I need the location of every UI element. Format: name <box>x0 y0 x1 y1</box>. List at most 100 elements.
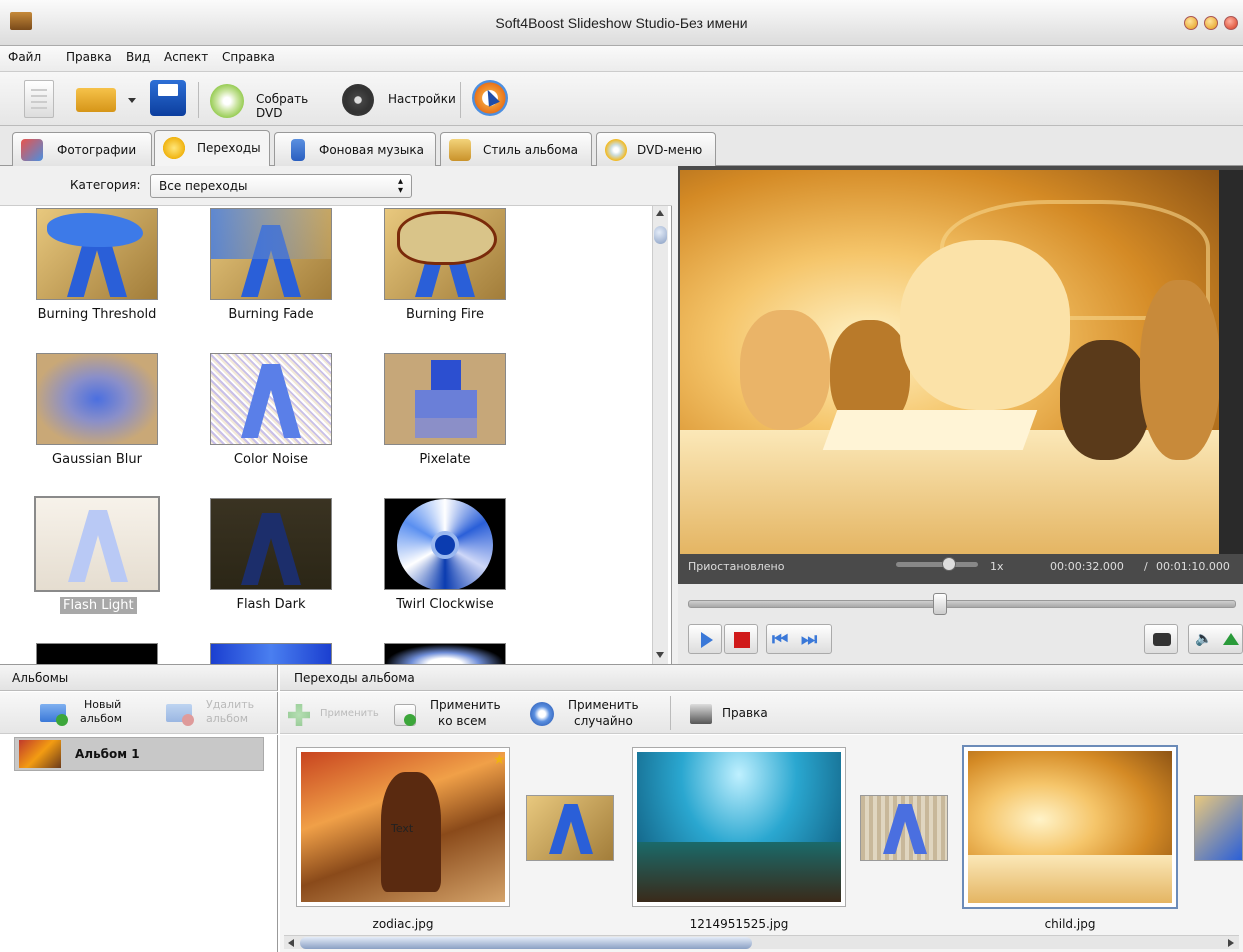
transition-thumb-twirl-clockwise[interactable] <box>384 498 506 590</box>
menu-view[interactable]: Вид <box>126 50 150 64</box>
play-icon <box>701 632 713 648</box>
save-button[interactable] <box>150 80 186 116</box>
scroll-down-icon[interactable] <box>656 652 664 658</box>
transition-label: Flash Dark <box>236 597 306 612</box>
select-arrows-icon: ▴ ▾ <box>397 176 403 196</box>
photo-card-selected[interactable] <box>962 745 1178 909</box>
transition-thumb-gaussian-blur[interactable] <box>36 353 158 445</box>
tab-album-style[interactable]: Стиль альбома <box>440 132 592 166</box>
transition-thumb-burning-fire[interactable] <box>384 208 506 300</box>
burn-dvd-button[interactable]: Собрать DVD <box>208 80 338 120</box>
transition-thumb-burning-fade[interactable] <box>210 208 332 300</box>
transition-thumb-flash-light[interactable] <box>34 496 160 592</box>
dvd-burn-icon <box>210 84 244 118</box>
transition-thumb-burning-threshold[interactable] <box>36 208 158 300</box>
photo-card[interactable] <box>632 747 846 907</box>
apply-to-all-button[interactable]: Применить ко всем <box>392 696 516 730</box>
scroll-thumb[interactable] <box>654 226 667 244</box>
tab-dvd-menu[interactable]: DVD-меню <box>596 132 716 166</box>
pixel-block <box>415 418 477 438</box>
volume-control[interactable]: 🔈 <box>1188 624 1243 654</box>
horizontal-scrollbar[interactable] <box>284 935 1239 949</box>
transition-thumb-flash-dark[interactable] <box>210 498 332 590</box>
snapshot-button[interactable] <box>1144 624 1178 654</box>
toolbar-separator <box>670 696 671 730</box>
speed-value: 1x <box>990 560 1004 573</box>
transition-label: Burning Threshold <box>37 307 157 322</box>
tab-music[interactable]: Фоновая музыка <box>274 132 436 166</box>
new-project-button[interactable] <box>24 80 54 118</box>
speaker-icon: 🔈 <box>1195 631 1213 647</box>
gear-icon <box>342 84 374 116</box>
tab-transitions[interactable]: Переходы <box>154 130 270 167</box>
apply-button[interactable]: Применить <box>286 696 386 730</box>
transition-thumb-partial[interactable] <box>36 643 158 664</box>
letter-a-graphic <box>241 364 301 438</box>
scroll-right-icon[interactable] <box>1228 939 1234 947</box>
menu-help[interactable]: Справка <box>222 50 275 64</box>
photo-name: 1214951525.jpg <box>689 917 789 931</box>
delete-album-button[interactable]: Удалить альбом <box>164 696 264 730</box>
tab-album-style-label: Стиль альбома <box>483 143 578 157</box>
fire-edge-overlay <box>397 211 497 265</box>
next-icon[interactable]: ⏭ <box>801 629 817 650</box>
playback-status: Приостановлено <box>688 560 785 573</box>
category-select[interactable]: Все переходы ▴ ▾ <box>150 174 412 198</box>
photo-card[interactable]: Text ★ <box>296 747 510 907</box>
delete-badge-icon <box>182 714 194 726</box>
transition-tile-partial[interactable] <box>1194 795 1243 861</box>
horizontal-scroll-thumb[interactable] <box>300 937 752 949</box>
album-style-icon <box>449 139 471 161</box>
tab-photos[interactable]: Фотографии <box>12 132 152 166</box>
play-button[interactable] <box>688 624 722 654</box>
transition-thumb-partial[interactable] <box>384 643 506 664</box>
previous-icon[interactable]: ⏮ <box>772 629 788 650</box>
player-controls: Приостановлено 1x 00:00:32.000 / 00:01:1… <box>678 554 1243 664</box>
speed-slider-knob[interactable] <box>942 557 956 571</box>
delete-album-label-1: Удалить <box>206 698 255 711</box>
stop-button[interactable] <box>724 624 758 654</box>
menu-file[interactable]: Файл <box>8 50 41 64</box>
speed-slider[interactable] <box>896 557 978 571</box>
gallery-scrollbar[interactable] <box>652 206 668 664</box>
scroll-left-icon[interactable] <box>288 939 294 947</box>
albums-toolbar: Новый альбом Удалить альбом <box>0 692 278 734</box>
random-icon <box>530 702 554 726</box>
edit-button[interactable]: Правка <box>688 696 778 730</box>
time-current: 00:00:32.000 <box>1050 560 1124 573</box>
prev-next-buttons: ⏮ ⏭ <box>766 624 832 654</box>
transition-thumb-color-noise[interactable] <box>210 353 332 445</box>
position-slider-knob[interactable] <box>933 593 947 615</box>
scroll-up-icon[interactable] <box>656 210 664 216</box>
letter-a-graphic <box>68 510 128 582</box>
apply-label: Применить <box>320 708 379 719</box>
window-title: Soft4Boost Slideshow Studio-Без имени <box>495 15 748 31</box>
teddy-bear-graphic <box>740 310 830 430</box>
transition-tile[interactable] <box>860 795 948 861</box>
help-pointer-button[interactable] <box>472 80 508 116</box>
menu-edit[interactable]: Правка <box>66 50 112 64</box>
album-item[interactable]: Альбом 1 <box>14 737 264 771</box>
tab-dvd-menu-label: DVD-меню <box>637 143 703 157</box>
albums-header: Альбомы <box>0 665 278 691</box>
apply-random-label-2: случайно <box>574 714 633 728</box>
new-album-button[interactable]: Новый альбом <box>38 696 138 730</box>
open-project-button[interactable] <box>76 88 116 112</box>
transition-thumb-partial[interactable] <box>210 643 332 664</box>
transition-tile[interactable] <box>526 795 614 861</box>
apply-random-button[interactable]: Применить случайно <box>528 696 652 730</box>
position-slider[interactable] <box>688 593 1236 615</box>
open-dropdown-icon[interactable] <box>128 98 136 103</box>
settings-button[interactable]: Настройки <box>340 80 458 118</box>
transition-thumb-pixelate[interactable] <box>384 353 506 445</box>
photo-image: Text <box>301 752 505 902</box>
time-separator: / <box>1144 560 1148 573</box>
plus-badge-icon <box>404 714 416 726</box>
close-button[interactable] <box>1224 16 1238 30</box>
tab-music-label: Фоновая музыка <box>319 143 424 157</box>
minimize-button[interactable] <box>1184 16 1198 30</box>
bed-graphic <box>968 855 1172 903</box>
maximize-button[interactable] <box>1204 16 1218 30</box>
star-icon <box>163 137 185 159</box>
menu-aspect[interactable]: Аспект <box>164 50 208 64</box>
